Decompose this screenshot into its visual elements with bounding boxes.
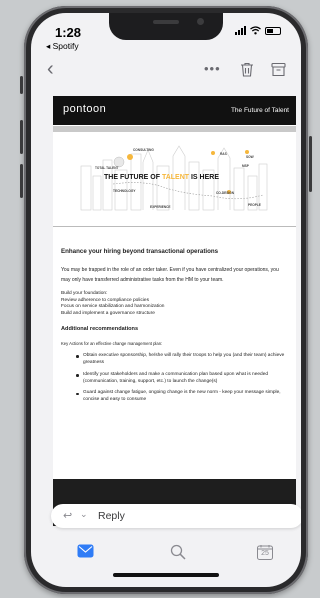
calendar-icon[interactable]: 25	[257, 545, 273, 560]
speaker	[153, 20, 179, 24]
status-time: 1:28	[55, 25, 82, 40]
list-item: Identify your stakeholders and make a co…	[61, 372, 288, 386]
back-to-app-link[interactable]: ◂ Spotify	[46, 41, 79, 52]
home-indicator[interactable]	[113, 573, 219, 577]
key-actions-intro: Key Actions for an effective change mana…	[61, 340, 163, 346]
camera	[197, 18, 204, 25]
hero-label-sow: SOW	[246, 155, 254, 159]
hero-label-co-design: CO-DESIGN	[216, 191, 235, 195]
intro-paragraph: You may be trapped in the role of an ord…	[61, 267, 279, 283]
email-body: pontoon The Future of Talent CONSULTING …	[53, 96, 296, 526]
content-divider	[53, 226, 296, 227]
divider-bar	[53, 126, 296, 132]
hero-label-msp: MSP	[242, 164, 249, 168]
reply-arrow-icon[interactable]: ↩	[63, 509, 72, 522]
chevron-left-icon[interactable]: ‹	[47, 59, 54, 79]
hero-illustration[interactable]: CONSULTING TOTAL TALENT RAS SOW MSP TECH…	[53, 140, 296, 216]
tab-bar: 25	[31, 536, 301, 572]
hero-label-people: PEOPLE	[248, 203, 261, 207]
foundation-title: Build your foundation:	[61, 291, 108, 296]
battery-icon	[265, 26, 281, 35]
mail-icon[interactable]	[77, 544, 94, 558]
hero-label-experience: EXPERIENCE	[150, 205, 171, 209]
banner-tagline: The Future of Talent	[230, 107, 289, 114]
hero-label-total-talent: TOTAL TALENT	[95, 166, 119, 170]
search-icon[interactable]	[170, 544, 186, 560]
email-banner: pontoon The Future of Talent	[53, 96, 296, 125]
power-button	[309, 136, 312, 192]
chevron-down-icon[interactable]: ⌄	[80, 509, 88, 520]
wifi-icon	[250, 26, 261, 35]
hero-label-ras: RAS	[220, 152, 227, 156]
volume-down-button	[20, 164, 23, 198]
notch	[109, 13, 223, 40]
reply-button[interactable]: Reply	[98, 510, 125, 522]
hero-label-technology: TECHNOLOGY	[113, 189, 136, 193]
screen: 1:28 ◂ Spotify ‹ ••• pontoon The Future …	[31, 13, 301, 587]
article: Enhance your hiring beyond transactional…	[53, 248, 296, 404]
reply-bar[interactable]: ↩ ⌄ Reply	[51, 504, 301, 528]
list-item: Guard against change fatigue, ongoing ch…	[61, 390, 288, 404]
archive-icon[interactable]	[271, 62, 286, 77]
signal-icon	[235, 26, 246, 35]
foundation-item: Build and implement a governance structu…	[61, 311, 155, 317]
trash-icon[interactable]	[240, 62, 254, 77]
status-indicators	[235, 26, 281, 35]
pontoon-logo: pontoon	[63, 103, 107, 115]
mail-toolbar: ‹ •••	[31, 59, 301, 83]
hero-title: THE FUTURE OF TALENT IS HERE	[104, 174, 219, 181]
hero-label-consulting: CONSULTING	[133, 148, 154, 152]
recommendations-list: Obtain executive sponsorship, he/she wil…	[61, 353, 288, 404]
list-item: Obtain executive sponsorship, he/she wil…	[61, 353, 288, 367]
volume-up-button	[20, 120, 23, 154]
mute-switch	[20, 76, 23, 94]
article-heading: Enhance your hiring beyond transactional…	[61, 248, 219, 255]
foundation-section: Build your foundation: Review adherence …	[61, 291, 288, 318]
phone-frame: 1:28 ◂ Spotify ‹ ••• pontoon The Future …	[20, 6, 312, 594]
more-icon[interactable]: •••	[204, 61, 221, 76]
recommendations-heading: Additional recommendations	[61, 325, 139, 332]
calendar-day: 25	[261, 550, 269, 557]
